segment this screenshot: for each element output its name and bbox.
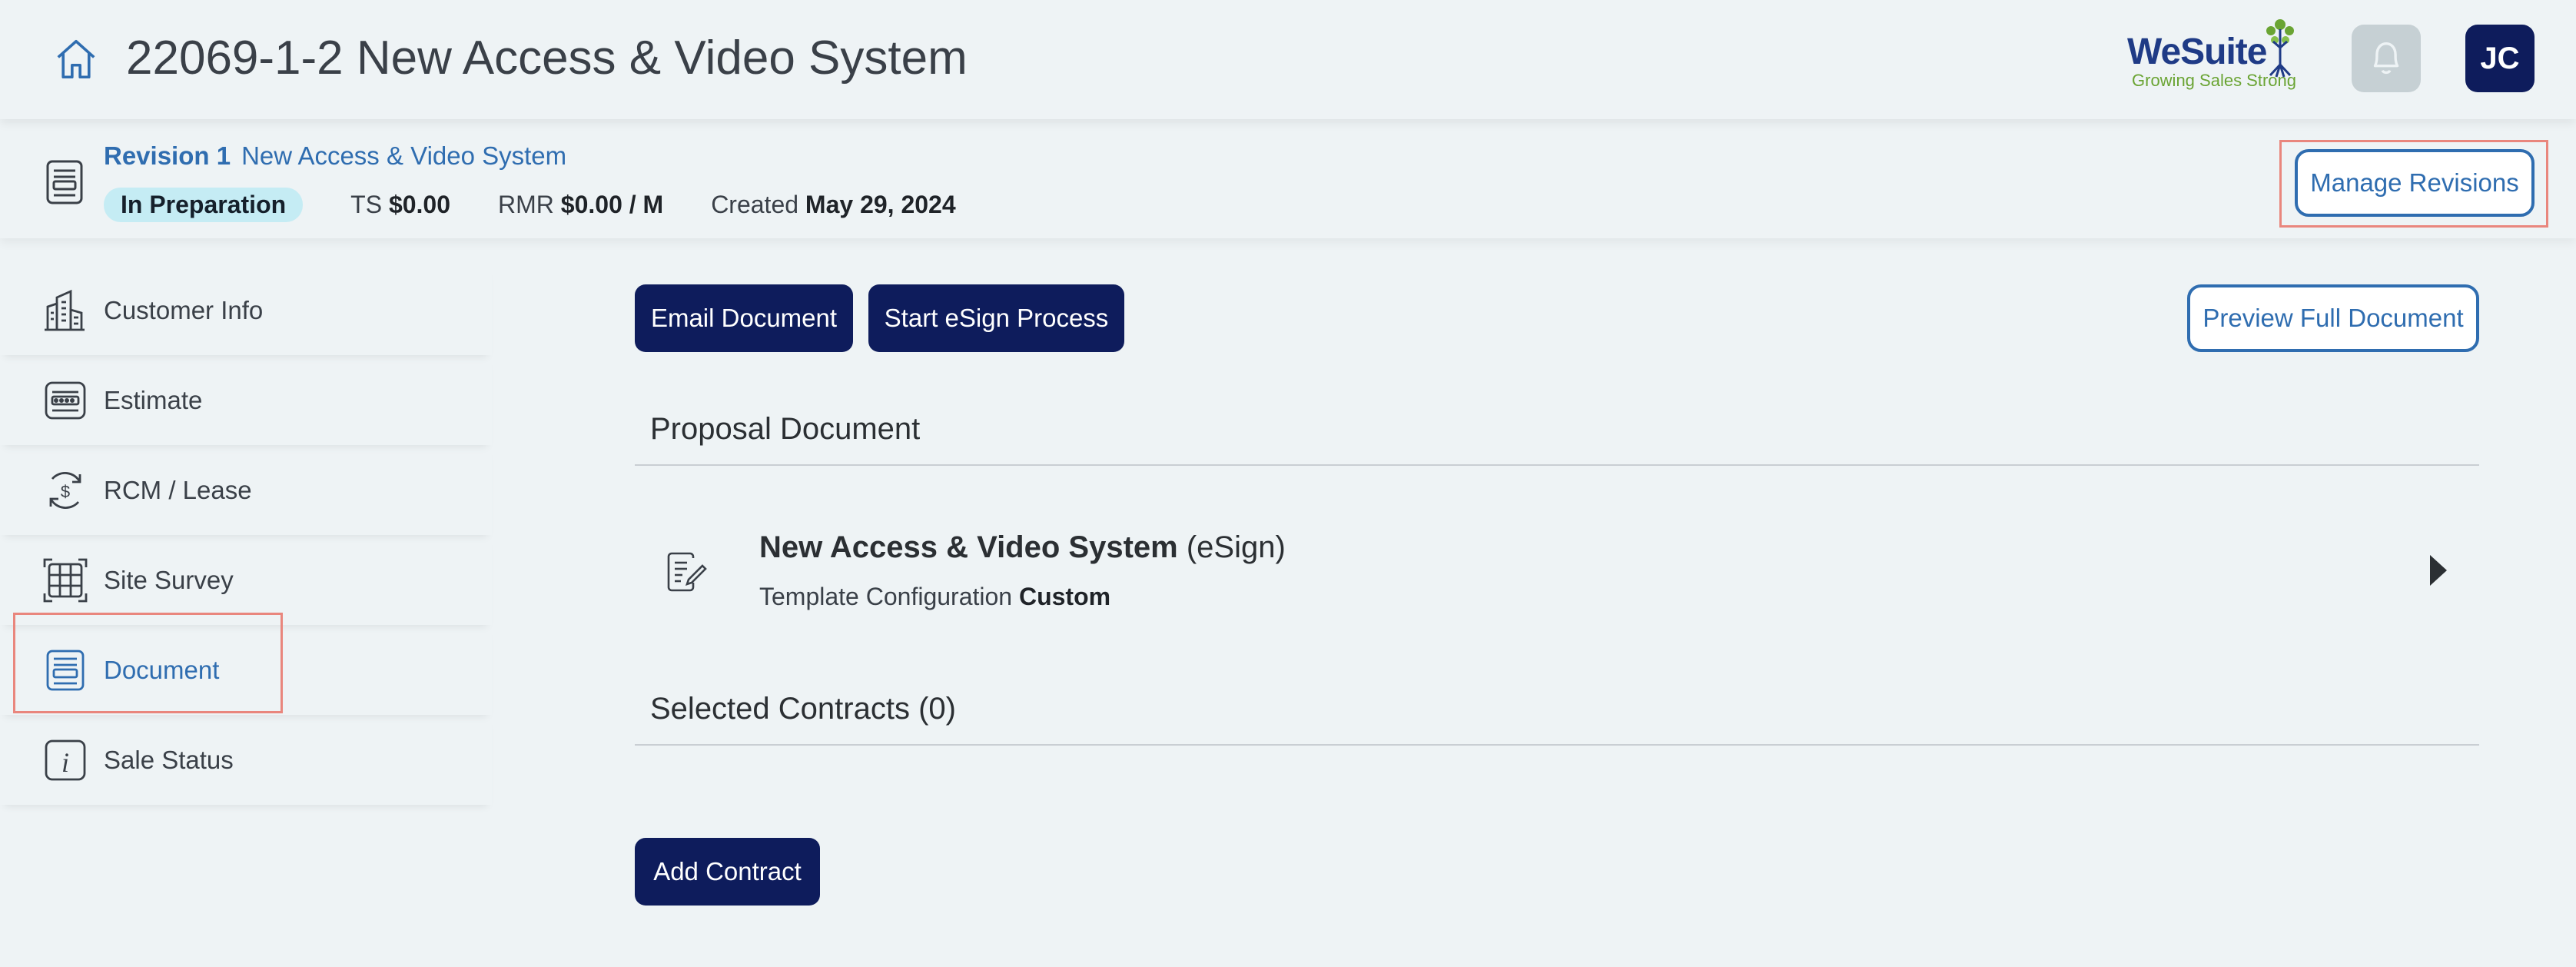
wesuite-logo: WeSuite Growing Sales Strong	[2127, 17, 2301, 94]
ts-meta: TS $0.00	[350, 191, 450, 219]
proposal-section-title: Proposal Document	[650, 412, 921, 446]
document-kind: (eSign)	[1186, 530, 1286, 564]
template-config: Template Configuration Custom	[759, 583, 1110, 611]
document-name: New Access & Video System	[759, 530, 1178, 564]
sidebar-item-estimate[interactable]: Estimate	[0, 355, 492, 445]
sidebar-item-label: Sale Status	[104, 745, 234, 774]
revision-bar: Revision 1 New Access & Video System In P…	[0, 123, 2576, 238]
revision-heading: Revision 1 New Access & Video System	[104, 141, 566, 171]
home-icon	[57, 39, 95, 79]
sidebar-item-customer-info[interactable]: Customer Info	[0, 265, 492, 355]
home-button[interactable]	[48, 31, 105, 88]
revision-meta: In Preparation TS $0.00 RMR $0.00 / M Cr…	[104, 188, 956, 222]
proposal-document-title: New Access & Video System (eSign)	[759, 530, 1286, 565]
sidebar-item-site-survey[interactable]: Site Survey	[0, 535, 492, 625]
proposal-document-row[interactable]: New Access & Video System (eSign) Templa…	[635, 507, 2479, 630]
sidebar-item-label: Site Survey	[104, 565, 234, 594]
template-config-value: Custom	[1018, 583, 1111, 610]
sidebar-item-rcm-lease[interactable]: $ RCM / Lease	[0, 445, 492, 535]
caret-right-icon[interactable]	[2430, 555, 2447, 586]
bell-icon	[2373, 42, 2399, 75]
contracts-section-title: Selected Contracts (0)	[650, 692, 956, 726]
svg-text:i: i	[61, 747, 69, 778]
logo-word: WeSuite	[2127, 32, 2267, 72]
rmr-value: $0.00 / M	[560, 191, 664, 218]
rmr-meta: RMR $0.00 / M	[498, 191, 663, 219]
ts-label: TS	[350, 191, 383, 218]
rmr-label: RMR	[498, 191, 554, 218]
sidebar-nav: Customer Info Estimate $ RCM / Lease Sit…	[0, 265, 492, 805]
svg-text:$: $	[61, 482, 70, 501]
created-value: May 29, 2024	[805, 191, 956, 218]
sidebar-item-label: RCM / Lease	[104, 475, 252, 504]
tree-logo-icon	[2266, 19, 2294, 78]
add-contract-button[interactable]: Add Contract	[635, 838, 820, 906]
sidebar-item-label: Customer Info	[104, 295, 264, 324]
info-icon: i	[45, 739, 86, 780]
ts-value: $0.00	[388, 191, 451, 218]
revision-label: Revision 1	[104, 141, 231, 170]
manage-revisions-button[interactable]: Manage Revisions	[2295, 149, 2535, 217]
contracts-divider	[635, 744, 2479, 746]
email-document-button[interactable]: Email Document	[635, 284, 853, 352]
sidebar-item-label: Estimate	[104, 385, 203, 414]
active-item-highlight	[13, 613, 283, 713]
document-edit-icon	[667, 552, 707, 592]
start-esign-button[interactable]: Start eSign Process	[868, 284, 1124, 352]
recurring-dollar-icon: $	[49, 471, 81, 509]
preview-full-document-button[interactable]: Preview Full Document	[2187, 284, 2479, 352]
top-header: 22069-1-2 New Access & Video System WeSu…	[0, 0, 2576, 119]
created-meta: Created May 29, 2024	[711, 191, 955, 219]
calculator-icon	[45, 381, 86, 419]
status-badge: In Preparation	[104, 188, 304, 222]
sidebar-item-sale-status[interactable]: i Sale Status	[0, 715, 492, 805]
page-title: 22069-1-2 New Access & Video System	[126, 32, 968, 85]
revision-document-icon	[46, 160, 83, 204]
building-icon	[45, 289, 85, 331]
grid-survey-icon	[43, 558, 88, 602]
created-label: Created	[711, 191, 799, 218]
revision-name: New Access & Video System	[241, 141, 567, 170]
user-avatar[interactable]: JC	[2465, 25, 2535, 92]
template-config-label: Template Configuration	[759, 583, 1013, 610]
notifications-button[interactable]	[2352, 25, 2421, 92]
proposal-divider	[635, 464, 2479, 466]
